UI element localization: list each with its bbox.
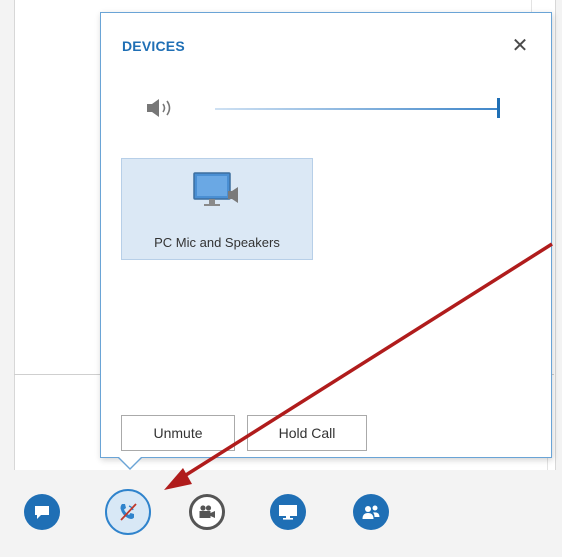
devices-flyout: DEVICES ✕ PC Mic and Speakers Unmute Hol… [100,12,552,458]
present-button[interactable] [270,494,306,530]
conversation-toolbar [0,488,562,548]
monitor-speaker-icon [193,172,238,206]
device-label: PC Mic and Speakers [154,235,280,250]
flyout-title: DEVICES [122,38,185,54]
chat-bubble-icon [35,506,49,519]
speaker-volume-icon [147,99,171,117]
hold-call-button[interactable]: Hold Call [247,415,367,451]
people-icon [362,505,380,519]
participants-button[interactable] [353,494,389,530]
conversation-window: DEVICES ✕ PC Mic and Speakers Unmute Hol… [0,0,562,557]
muted-phone-icon [120,503,137,521]
volume-slider-thumb[interactable] [497,98,500,118]
close-button[interactable]: ✕ [509,35,531,57]
flyout-pointer-fill [118,456,142,468]
close-icon: ✕ [511,35,529,57]
audio-button[interactable] [105,489,151,535]
video-camera-icon [199,505,215,518]
unmute-button[interactable]: Unmute [121,415,235,451]
monitor-icon [279,505,297,520]
device-pc-mic-speakers[interactable]: PC Mic and Speakers [121,158,313,260]
video-button[interactable] [189,494,225,530]
im-button[interactable] [24,494,60,530]
volume-slider-track[interactable] [215,108,499,110]
